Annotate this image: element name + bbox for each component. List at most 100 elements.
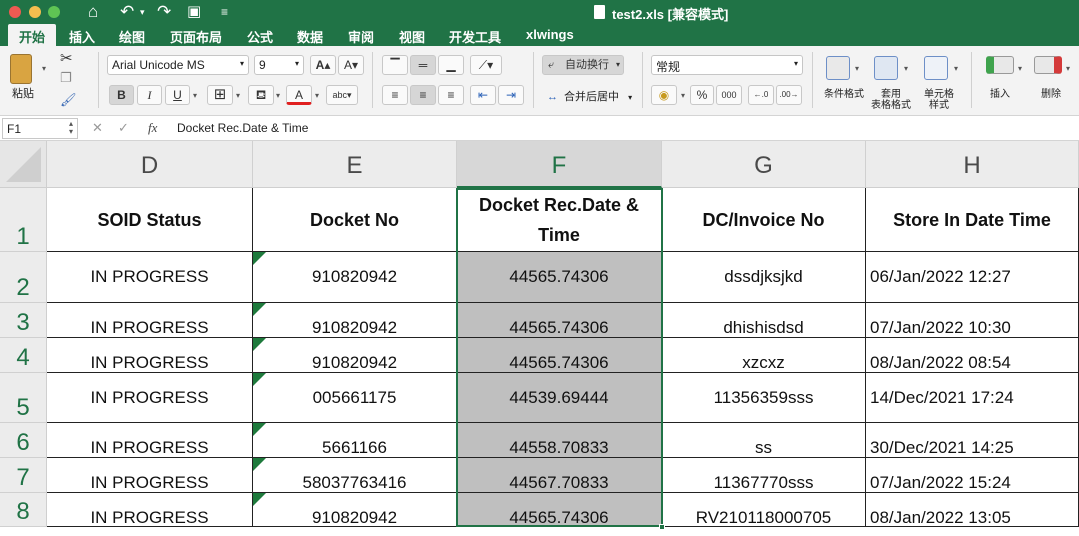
confirm-entry-icon[interactable]: ✓: [118, 120, 129, 136]
percent-button[interactable]: %: [690, 85, 714, 105]
table-cell[interactable]: IN PROGRESS: [47, 338, 253, 373]
table-cell[interactable]: 58037763416: [253, 458, 457, 493]
font-size-dropdown-icon[interactable]: ▾: [295, 59, 299, 68]
tab-data[interactable]: 数据: [297, 27, 323, 46]
table-cell[interactable]: 30/Dec/2021 14:25: [866, 423, 1079, 458]
font-size-select[interactable]: 9 ▾: [254, 55, 304, 75]
underline-button[interactable]: U: [165, 85, 190, 105]
font-name-select[interactable]: Arial Unicode MS ▾: [107, 55, 249, 75]
cancel-entry-icon[interactable]: ✕: [92, 120, 103, 136]
number-as-text-warning-icon[interactable]: [253, 338, 266, 351]
copy-icon[interactable]: ❐: [60, 70, 72, 86]
undo-icon[interactable]: ↶: [120, 1, 134, 23]
align-center-button[interactable]: ≡: [410, 85, 436, 105]
accounting-dropdown-icon[interactable]: ▾: [681, 91, 685, 100]
column-header-f[interactable]: F: [457, 141, 662, 188]
table-cell[interactable]: 44565.74306: [457, 303, 662, 338]
table-cell[interactable]: IN PROGRESS: [47, 373, 253, 423]
table-cell[interactable]: 910820942: [253, 252, 457, 303]
decrease-decimal-button[interactable]: .00→: [776, 85, 802, 105]
row-header-5[interactable]: 5: [0, 373, 47, 423]
row-header-3[interactable]: 3: [0, 303, 47, 338]
table-cell[interactable]: dssdjksjkd: [662, 252, 866, 303]
table-cell[interactable]: 44565.74306: [457, 252, 662, 303]
save-icon[interactable]: ▣: [187, 1, 201, 23]
home-icon[interactable]: ⌂: [88, 1, 98, 23]
tab-home[interactable]: 开始: [8, 24, 57, 46]
align-top-button[interactable]: ▔: [382, 55, 408, 75]
table-cell[interactable]: 44565.74306: [457, 338, 662, 373]
align-left-button[interactable]: ≡: [382, 85, 408, 105]
row-header-6[interactable]: 6: [0, 423, 47, 458]
delete-dropdown-icon[interactable]: ▾: [1066, 64, 1070, 73]
table-cell[interactable]: xzcxz: [662, 338, 866, 373]
bold-button[interactable]: B: [109, 85, 134, 105]
paste-dropdown-icon[interactable]: ▾: [42, 64, 46, 73]
table-cell[interactable]: IN PROGRESS: [47, 252, 253, 303]
row-header-8[interactable]: 8: [0, 493, 47, 527]
cut-icon[interactable]: ✂: [60, 49, 73, 67]
row-header-2[interactable]: 2: [0, 252, 47, 303]
header-cell[interactable]: Store In Date Time: [866, 188, 1079, 252]
wrap-text-dropdown-icon[interactable]: ▾: [616, 56, 620, 74]
font-color-button[interactable]: A: [286, 85, 312, 105]
number-as-text-warning-icon[interactable]: [253, 493, 266, 506]
insert-dropdown-icon[interactable]: ▾: [1018, 64, 1022, 73]
tab-insert[interactable]: 插入: [69, 27, 95, 46]
name-box-stepper-icon[interactable]: ▴ ▾: [69, 120, 73, 136]
font-name-dropdown-icon[interactable]: ▾: [240, 59, 244, 68]
conditional-format-dropdown-icon[interactable]: ▾: [855, 64, 859, 73]
increase-decimal-button[interactable]: ←.0: [748, 85, 774, 105]
underline-dropdown-icon[interactable]: ▾: [193, 91, 197, 100]
table-cell[interactable]: 44565.74306: [457, 493, 662, 527]
name-box[interactable]: F1 ▴ ▾: [2, 118, 78, 139]
table-cell[interactable]: 11367770sss: [662, 458, 866, 493]
increase-indent-button[interactable]: ⇥: [498, 85, 524, 105]
format-painter-icon[interactable]: 🖌: [60, 92, 77, 108]
format-as-table-dropdown-icon[interactable]: ▾: [904, 64, 908, 73]
table-cell[interactable]: IN PROGRESS: [47, 493, 253, 527]
fill-color-button[interactable]: ⛾: [248, 85, 274, 105]
align-middle-button[interactable]: ═: [410, 55, 436, 75]
number-as-text-warning-icon[interactable]: [253, 303, 266, 316]
italic-button[interactable]: I: [137, 85, 162, 105]
tab-page-layout[interactable]: 页面布局: [170, 27, 222, 46]
fill-color-dropdown-icon[interactable]: ▾: [276, 91, 280, 100]
font-color-dropdown-icon[interactable]: ▾: [315, 91, 319, 100]
tab-formulas[interactable]: 公式: [247, 27, 273, 46]
number-as-text-warning-icon[interactable]: [253, 458, 266, 471]
row-header-4[interactable]: 4: [0, 338, 47, 373]
header-cell[interactable]: SOID Status: [47, 188, 253, 252]
align-right-button[interactable]: ≡: [438, 85, 464, 105]
tab-draw[interactable]: 绘图: [119, 27, 145, 46]
number-as-text-warning-icon[interactable]: [253, 423, 266, 436]
number-format-dropdown-icon[interactable]: ▾: [794, 59, 798, 68]
thousands-button[interactable]: 000: [716, 85, 742, 105]
table-cell[interactable]: 44567.70833: [457, 458, 662, 493]
select-all-button[interactable]: [0, 141, 47, 188]
number-as-text-warning-icon[interactable]: [253, 252, 266, 265]
cell-styles-icon[interactable]: [924, 56, 948, 80]
table-cell[interactable]: 5661166: [253, 423, 457, 458]
decrease-indent-button[interactable]: ⇤: [470, 85, 496, 105]
delete-cells-icon[interactable]: [1034, 56, 1062, 74]
table-cell[interactable]: ss: [662, 423, 866, 458]
undo-dropdown-icon[interactable]: ▾: [140, 1, 145, 23]
borders-dropdown-icon[interactable]: ▾: [236, 91, 240, 100]
formula-input[interactable]: Docket Rec.Date & Time: [177, 121, 308, 135]
borders-button[interactable]: ⊞: [207, 85, 233, 105]
table-cell[interactable]: 910820942: [253, 493, 457, 527]
table-cell[interactable]: 06/Jan/2022 12:27: [866, 252, 1079, 303]
tab-xlwings[interactable]: xlwings: [526, 27, 574, 42]
phonetic-button[interactable]: abc▾: [326, 85, 358, 105]
merge-center-button[interactable]: ↔ 合并后居中 ▾: [547, 88, 632, 104]
decrease-font-button[interactable]: A▾: [338, 55, 364, 75]
fill-handle[interactable]: [659, 524, 665, 530]
conditional-format-icon[interactable]: [826, 56, 850, 80]
wrap-text-button[interactable]: ⤶ 自动换行 ▾: [542, 55, 624, 75]
tab-view[interactable]: 视图: [399, 27, 425, 46]
orientation-button[interactable]: ⟋▾: [470, 55, 502, 75]
insert-function-button[interactable]: fx: [148, 120, 157, 136]
table-cell[interactable]: dhishisdsd: [662, 303, 866, 338]
number-as-text-warning-icon[interactable]: [253, 373, 266, 386]
